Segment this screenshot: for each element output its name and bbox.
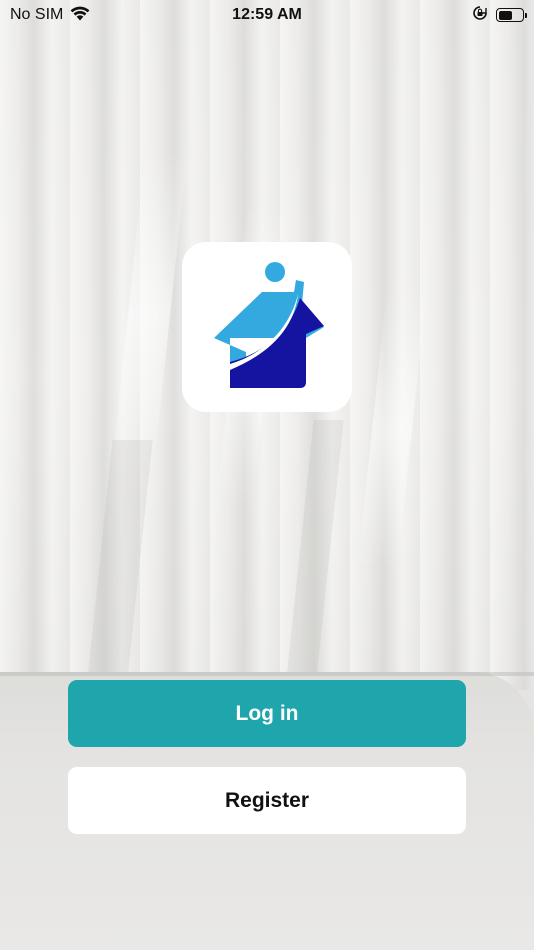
wifi-icon — [69, 5, 91, 26]
carrier-label: No SIM — [10, 6, 64, 23]
battery-cap — [525, 13, 527, 18]
status-time: 12:59 AM — [232, 6, 302, 23]
orientation-lock-icon — [472, 5, 488, 26]
login-button[interactable]: Log in — [68, 680, 466, 747]
app-logo — [182, 242, 352, 412]
app-screen: No SIM 12:59 AM Log in Register — [0, 0, 534, 950]
register-button[interactable]: Register — [68, 767, 466, 834]
status-left: No SIM — [10, 5, 160, 26]
house-logo-icon — [214, 262, 324, 388]
status-right — [374, 5, 527, 26]
status-bar: No SIM 12:59 AM — [0, 0, 534, 30]
battery-fill — [498, 10, 513, 20]
sofa-edge — [0, 672, 534, 676]
battery-icon — [496, 8, 527, 22]
